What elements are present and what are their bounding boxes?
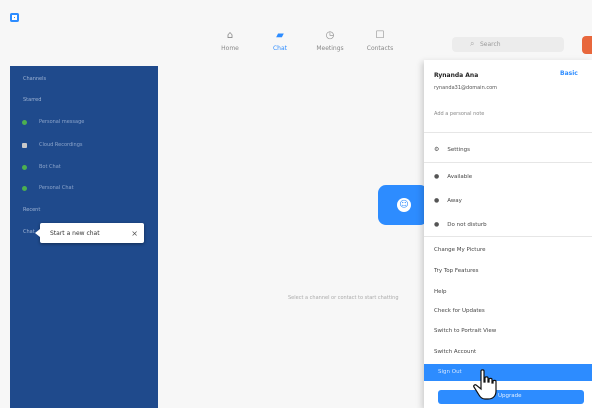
menu-item-do-not-disturb[interactable]: ● Do not disturb [434,221,487,228]
start-chat-tooltip: Start a new chat × [35,223,144,243]
menu-item-change-picture[interactable]: Change My Picture [434,247,485,253]
menu-item-label: Switch to Portrait View [434,328,497,334]
status-dot [22,185,27,191]
search-input[interactable]: ⌕ Search [452,37,564,52]
tooltip-text: Start a new chat [50,229,100,237]
menu-item-available[interactable]: ● Available [434,173,472,180]
menu-item-settings[interactable]: ⚙ Settings [434,146,470,153]
status-dot-icon: ● [434,221,440,228]
profile-menu: Rynanda Ana Basic rynanda31@domain.com A… [424,60,592,408]
account-type-badge: Basic [560,70,578,77]
search-placeholder: Search [480,41,501,48]
sidebar-item-label: Bot Chat [39,164,61,170]
divider [424,132,592,133]
tab-chat-label: Chat [272,45,288,52]
menu-item-label: Available [447,173,473,180]
sidebar-item-personal-message[interactable]: Personal message [22,119,84,125]
sidebar-item-personal-chat[interactable]: Personal Chat [22,185,74,191]
divider [424,162,592,163]
menu-item-label: Settings [447,146,470,153]
tab-meetings-label: Meetings [316,45,344,52]
tab-contacts[interactable]: ☐ Contacts [355,30,405,52]
tab-meetings[interactable]: ◷ Meetings [305,30,355,52]
sidebar-item-label: Personal Chat [39,185,74,191]
menu-item-away[interactable]: ● Away [434,197,462,204]
folder-icon [22,142,27,148]
sidebar-item-cloud-recordings[interactable]: Cloud Recordings [22,142,82,148]
avatar[interactable] [582,36,592,54]
clock-icon: ◷ [325,30,335,41]
menu-item-sign-out[interactable]: Sign Out [424,364,592,381]
sidebar-section-recent: Recent [23,207,41,213]
tab-home[interactable]: ⌂ Home [205,30,255,52]
sidebar-item-bot-chat[interactable]: Bot Chat [22,164,61,170]
close-icon[interactable]: × [131,229,138,238]
menu-item-label: Help [434,289,447,295]
tab-home-label: Home [221,45,239,52]
menu-item-label: Check for Updates [434,308,485,314]
sidebar-chat-label: Chat [23,229,35,235]
menu-item-switch-account[interactable]: Switch Account [434,349,476,355]
menu-item-check-updates[interactable]: Check for Updates [434,308,485,314]
divider [424,236,592,237]
profile-email: rynanda31@domain.com [434,85,498,91]
menu-item-label: Sign Out [438,369,462,375]
chat-empty-state-icon: ☺ [378,185,428,225]
upgrade-button-label: Upgrade [498,393,522,399]
status-dot [22,119,27,125]
menu-item-label: Do not disturb [447,221,487,228]
menu-item-label: Try Top Features [434,268,479,274]
menu-item-label: Switch Account [434,349,477,355]
tab-contacts-label: Contacts [366,45,394,52]
menu-item-help[interactable]: Help [434,289,447,295]
contacts-icon: ☐ [375,30,385,41]
smiley-icon: ☺ [397,198,411,212]
status-dot-icon: ● [434,173,440,180]
top-navigation: ⌂ Home ▰ Chat ◷ Meetings ☐ Contacts [205,30,405,52]
profile-name: Rynanda Ana [434,72,479,79]
menu-item-top-features[interactable]: Try Top Features [434,268,479,274]
sidebar-section-starred: Starred [23,97,42,103]
app-icon [10,13,19,22]
hand-cursor-icon [473,369,497,400]
tab-chat[interactable]: ▰ Chat [255,30,305,52]
empty-state-text: Select a channel or contact to start cha… [288,295,399,301]
menu-item-label: Away [447,197,462,204]
sidebar-item-label: Personal message [39,119,85,125]
sidebar-item-label: Cloud Recordings [39,142,83,148]
upgrade-button[interactable]: Upgrade [438,390,584,404]
menu-item-portrait-view[interactable]: Switch to Portrait View [434,328,496,334]
personal-note-field[interactable]: Add a personal note [434,111,484,117]
status-dot-icon: ● [434,197,440,204]
search-icon: ⌕ [470,39,475,48]
status-dot [22,164,27,170]
menu-item-label: Change My Picture [434,247,486,253]
gear-icon: ⚙ [434,146,440,153]
sidebar-heading: Channels [23,76,47,82]
home-icon: ⌂ [226,30,234,41]
chat-icon: ▰ [276,30,284,41]
